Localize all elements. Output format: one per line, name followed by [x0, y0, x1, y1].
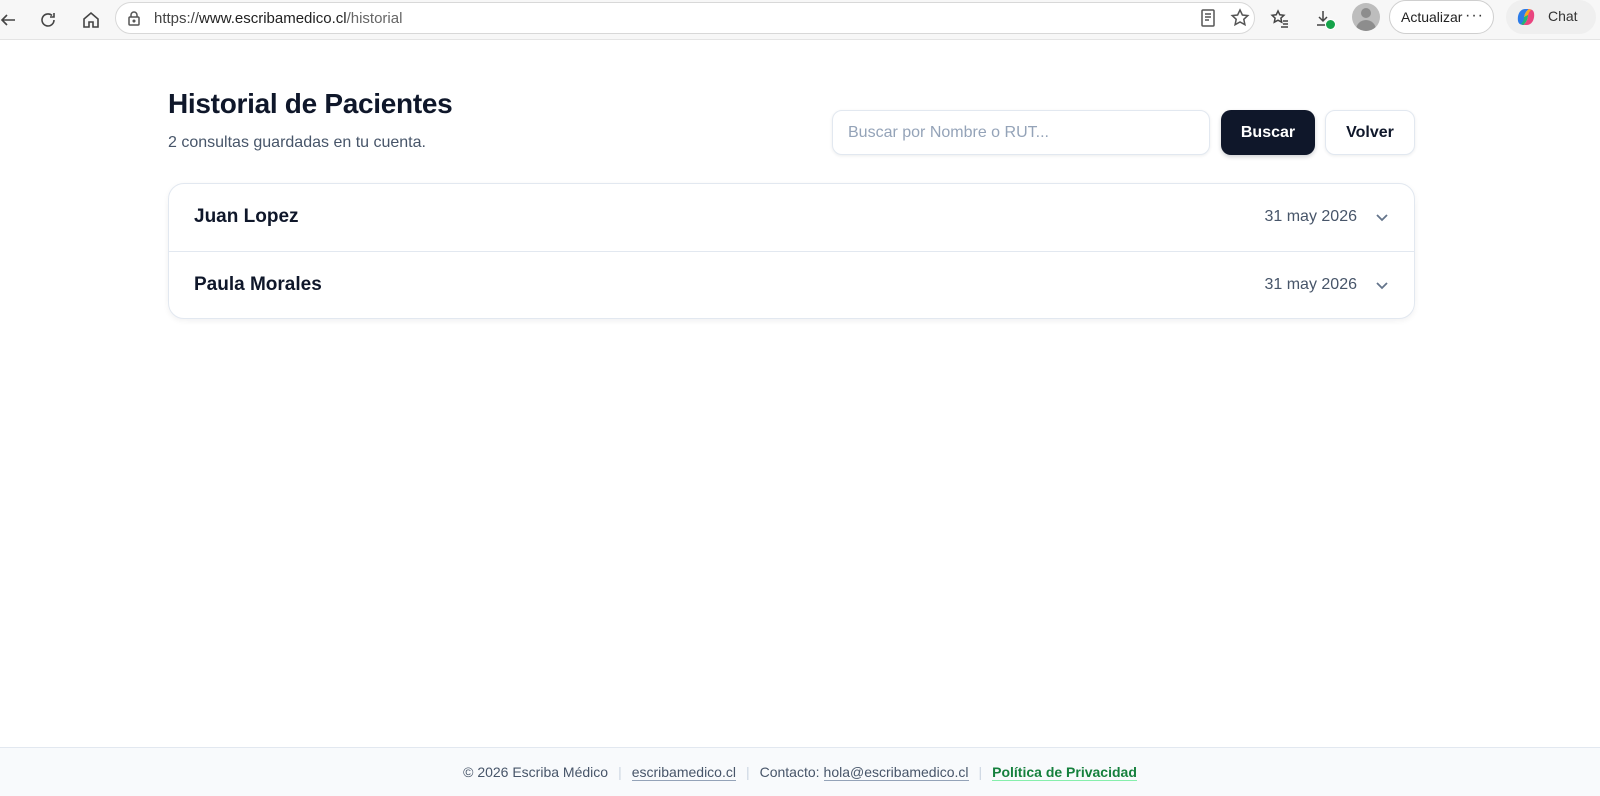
consultation-date: 31 may 2026: [1264, 276, 1357, 293]
reader-view-icon[interactable]: [1198, 8, 1220, 30]
footer-contact-label: Contacto:: [759, 764, 820, 780]
url-path: /historial: [346, 10, 403, 27]
search-button[interactable]: Buscar: [1221, 110, 1315, 155]
back-arrow-icon[interactable]: [0, 6, 22, 34]
footer-contact-email[interactable]: hola@escribamedico.cl: [823, 764, 969, 781]
footer-copyright: © 2026 Escriba Médico: [463, 764, 609, 780]
favorites-list-icon[interactable]: [1266, 5, 1294, 33]
copilot-chat-button[interactable]: Chat: [1506, 0, 1596, 34]
more-options-icon[interactable]: ···: [1465, 7, 1484, 25]
favorite-star-icon[interactable]: [1230, 8, 1252, 30]
update-button[interactable]: Actualizar ···: [1389, 0, 1494, 34]
patient-row[interactable]: Juan Lopez 31 may 2026: [169, 184, 1414, 251]
consultation-date: 31 may 2026: [1264, 208, 1357, 225]
patient-name: Juan Lopez: [194, 206, 299, 227]
page-title: Historial de Pacientes: [168, 88, 453, 119]
profile-avatar[interactable]: [1352, 3, 1380, 31]
page-subtitle: 2 consultas guardadas en tu cuenta.: [168, 134, 426, 151]
update-button-label: Actualizar: [1401, 9, 1463, 25]
copilot-icon: [1514, 5, 1538, 29]
chat-label: Chat: [1548, 8, 1578, 24]
download-complete-badge: [1325, 19, 1336, 30]
patient-list: Juan Lopez 31 may 2026 Paula Morales 31 …: [168, 183, 1415, 319]
footer-separator: |: [618, 764, 622, 780]
lock-icon[interactable]: [126, 10, 142, 26]
patient-name: Paula Morales: [194, 274, 322, 295]
reload-icon[interactable]: [34, 6, 62, 34]
back-button[interactable]: Volver: [1325, 110, 1415, 155]
footer-separator: |: [978, 764, 983, 780]
chevron-down-icon[interactable]: [1374, 209, 1390, 225]
chevron-down-icon[interactable]: [1374, 277, 1390, 293]
patient-row[interactable]: Paula Morales 31 may 2026: [169, 251, 1414, 318]
footer-site-link[interactable]: escribamedico.cl: [631, 764, 736, 781]
browser-toolbar: https://www.escribamedico.cl/historial A…: [0, 0, 1600, 40]
url-host: www.escribamedico.cl: [199, 10, 347, 27]
home-icon[interactable]: [77, 6, 105, 34]
url-text[interactable]: https://www.escribamedico.cl/historial: [154, 10, 402, 27]
search-input[interactable]: [832, 110, 1210, 155]
site-footer: © 2026 Escriba Médico | escribamedico.cl…: [0, 747, 1600, 796]
footer-separator: |: [745, 764, 750, 780]
downloads-icon[interactable]: [1310, 5, 1338, 33]
address-bar[interactable]: https://www.escribamedico.cl/historial: [115, 2, 1255, 34]
url-scheme: https://: [154, 10, 200, 27]
footer-privacy-link[interactable]: Política de Privacidad: [992, 764, 1137, 781]
